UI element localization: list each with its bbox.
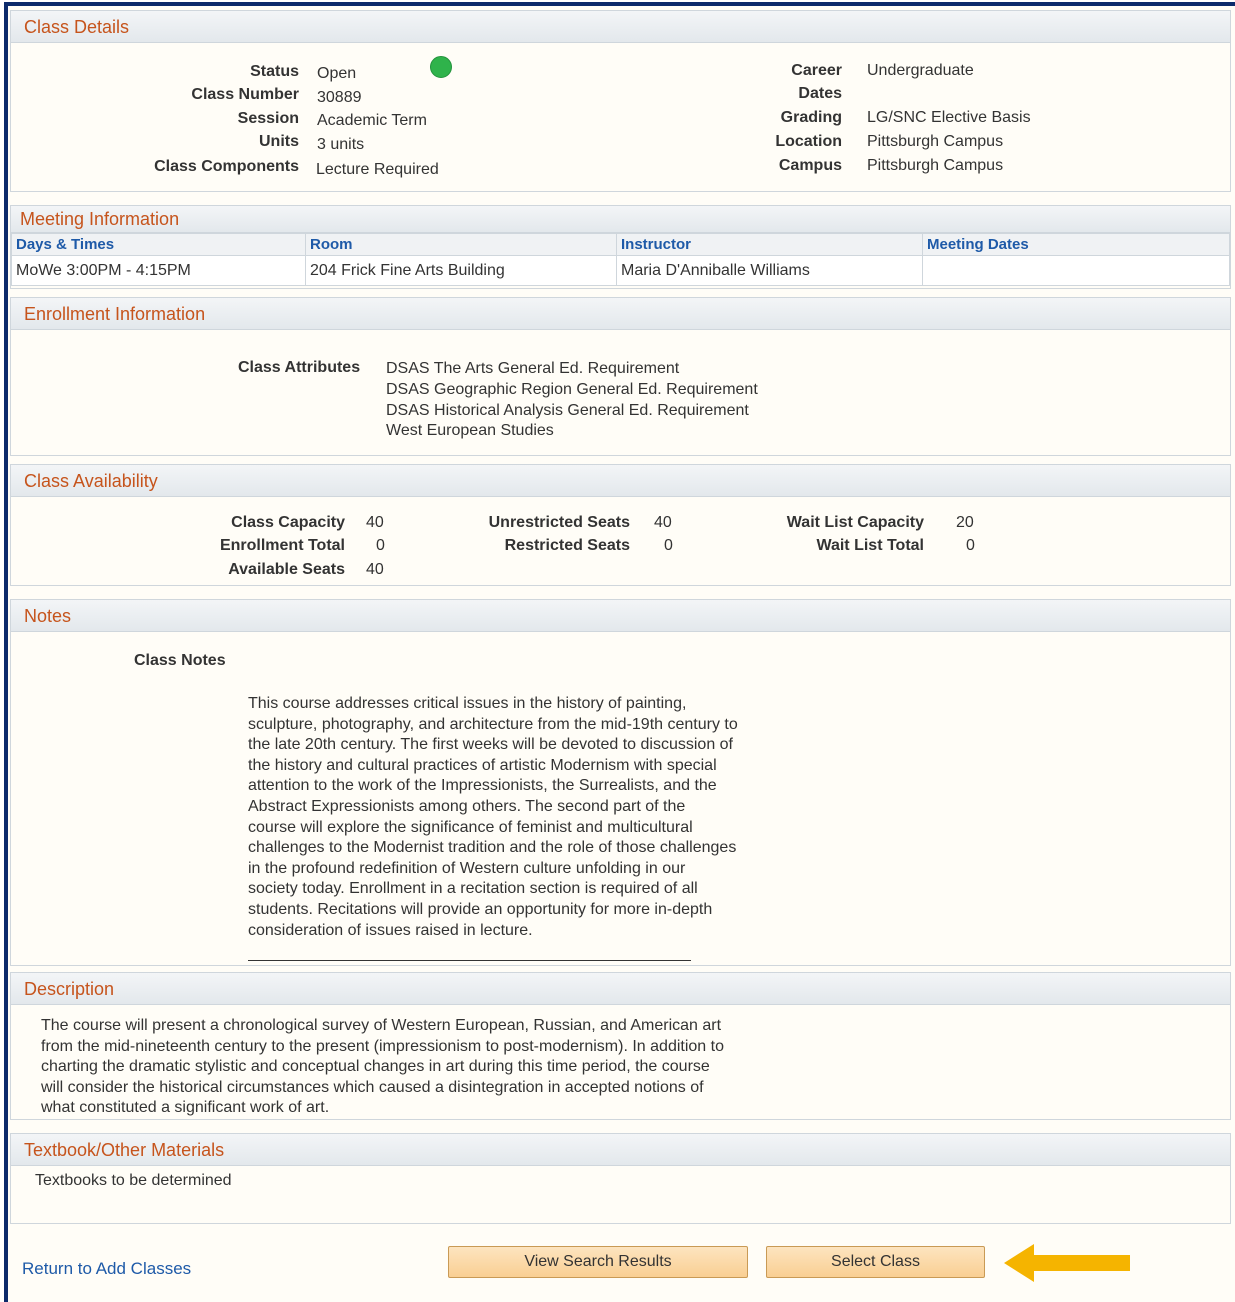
wait-list-capacity-label: Wait List Capacity (786, 514, 924, 531)
class-capacity-label: Class Capacity (231, 514, 345, 531)
unrestricted-seats-label: Unrestricted Seats (488, 514, 630, 531)
grading-label: Grading (780, 109, 842, 126)
class-capacity-value: 40 (366, 514, 384, 531)
room-header: Room (305, 233, 617, 256)
wait-list-capacity-value: 20 (956, 514, 974, 531)
description-line: charting the dramatic stylistic and conc… (41, 1058, 710, 1076)
description-line: what constituted a significant work of a… (41, 1099, 330, 1117)
meeting-information-header: Meeting Information (11, 206, 1230, 233)
description-line: The course will present a chronological … (41, 1017, 722, 1034)
note-line: course will explore the significance of … (248, 818, 693, 836)
note-line: sculpture, photography, and architecture… (248, 715, 738, 733)
select-class-button[interactable]: Select Class (766, 1246, 985, 1278)
textbook-header: Textbook/Other Materials (11, 1134, 1230, 1166)
attribute-item: DSAS Historical Analysis General Ed. Req… (386, 402, 749, 419)
meeting-dates-header: Meeting Dates (922, 233, 1230, 256)
arrow-left-icon-shape (1004, 1244, 1130, 1282)
class-availability-panel: Class Availability Class Capacity 40 Enr… (10, 464, 1231, 586)
meeting-table-header-row: Days & Times Room Instructor Meeting Dat… (11, 233, 1230, 256)
grading-value: LG/SNC Elective Basis (867, 109, 1031, 126)
wait-list-total-value: 0 (966, 537, 975, 554)
note-line: the history and cultural practices of ar… (248, 756, 717, 774)
instructor-header: Instructor (616, 233, 923, 256)
unrestricted-seats-value: 40 (654, 514, 672, 531)
class-number-value: 30889 (317, 89, 362, 106)
campus-label: Campus (778, 157, 842, 174)
note-line: in the profound redefinition of Western … (248, 859, 686, 877)
enrollment-information-header: Enrollment Information (11, 298, 1230, 330)
units-value: 3 units (317, 136, 365, 153)
location-label: Location (775, 133, 842, 150)
notes-header: Notes (11, 600, 1230, 632)
status-value: Open (317, 65, 357, 82)
description-panel: Description The course will present a ch… (10, 972, 1231, 1120)
enrollment-information-panel: Enrollment Information Class Attributes … (10, 297, 1231, 456)
note-line: Abstract Expressionists among others. Th… (248, 797, 686, 815)
meeting-table: Days & Times Room Instructor Meeting Dat… (11, 233, 1230, 286)
class-attributes-label: Class Attributes (238, 359, 361, 376)
restricted-seats-label: Restricted Seats (504, 537, 630, 554)
notes-panel: Notes Class Notes This course addresses … (10, 599, 1231, 966)
note-line: This course addresses critical issues in… (248, 695, 687, 712)
note-line: society today. Enrollment in a recitatio… (248, 880, 698, 898)
class-details-header: Class Details (11, 11, 1230, 43)
career-label: Career (791, 62, 842, 79)
meeting-dates-cell (922, 255, 1230, 286)
attribute-item: DSAS The Arts General Ed. Requirement (386, 360, 680, 377)
available-seats-label: Available Seats (228, 561, 345, 578)
note-line: challenges to the Modernist tradition an… (248, 839, 737, 857)
session-label: Session (237, 110, 299, 127)
description-line: from the mid-nineteenth century to the p… (41, 1037, 724, 1055)
note-line: consideration of issues raised in lectur… (248, 921, 533, 939)
view-search-results-button[interactable]: View Search Results (448, 1246, 748, 1278)
note-line: the late 20th century. The first weeks w… (248, 736, 733, 754)
note-line: students. Recitations will provide an op… (248, 900, 713, 918)
room-cell: 204 Frick Fine Arts Building (305, 255, 617, 286)
status-label: Status (250, 63, 299, 80)
units-label: Units (259, 133, 299, 150)
return-to-add-classes-link[interactable]: Return to Add Classes (22, 1259, 191, 1279)
available-seats-value: 40 (366, 561, 384, 578)
attribute-item: West European Studies (386, 422, 554, 439)
textbook-panel: Textbook/Other Materials Textbooks to be… (10, 1133, 1231, 1224)
status-open-icon (430, 56, 452, 78)
days-times-header: Days & Times (11, 233, 306, 256)
wait-list-total-label: Wait List Total (816, 537, 924, 554)
days-times-cell: MoWe 3:00PM - 4:15PM (11, 255, 306, 286)
career-value: Undergraduate (867, 62, 974, 79)
arrow-left-icon (1004, 1244, 1130, 1282)
note-line: attention to the work of the Impressioni… (248, 777, 717, 795)
class-components-label: Class Components (154, 158, 299, 175)
class-number-label: Class Number (191, 86, 299, 103)
table-row: MoWe 3:00PM - 4:15PM 204 Frick Fine Arts… (11, 255, 1230, 286)
notes-divider (248, 960, 691, 961)
restricted-seats-value: 0 (664, 537, 673, 554)
description-line: will consider the historical circumstanc… (41, 1078, 704, 1096)
class-notes-label: Class Notes (134, 652, 226, 669)
enrollment-total-label: Enrollment Total (219, 537, 345, 554)
location-value: Pittsburgh Campus (867, 133, 1004, 150)
campus-value: Pittsburgh Campus (867, 157, 1004, 174)
description-text: The course will present a chronological … (41, 1016, 724, 1119)
session-value: Academic Term (317, 112, 427, 129)
class-components-value: Lecture Required (316, 161, 439, 178)
meeting-information-panel: Meeting Information Days & Times Room In… (10, 205, 1231, 289)
enrollment-total-value: 0 (376, 537, 385, 554)
class-notes-text: This course addresses critical issues in… (248, 694, 738, 941)
attribute-item: DSAS Geographic Region General Ed. Requi… (386, 381, 758, 398)
dates-label: Dates (798, 85, 842, 102)
class-availability-header: Class Availability (11, 465, 1230, 497)
class-details-panel: Class Details Status Open Class Number 3… (10, 10, 1231, 192)
description-header: Description (11, 973, 1230, 1005)
instructor-cell: Maria D'Anniballe Williams (616, 255, 923, 286)
textbook-text: Textbooks to be determined (35, 1172, 232, 1189)
